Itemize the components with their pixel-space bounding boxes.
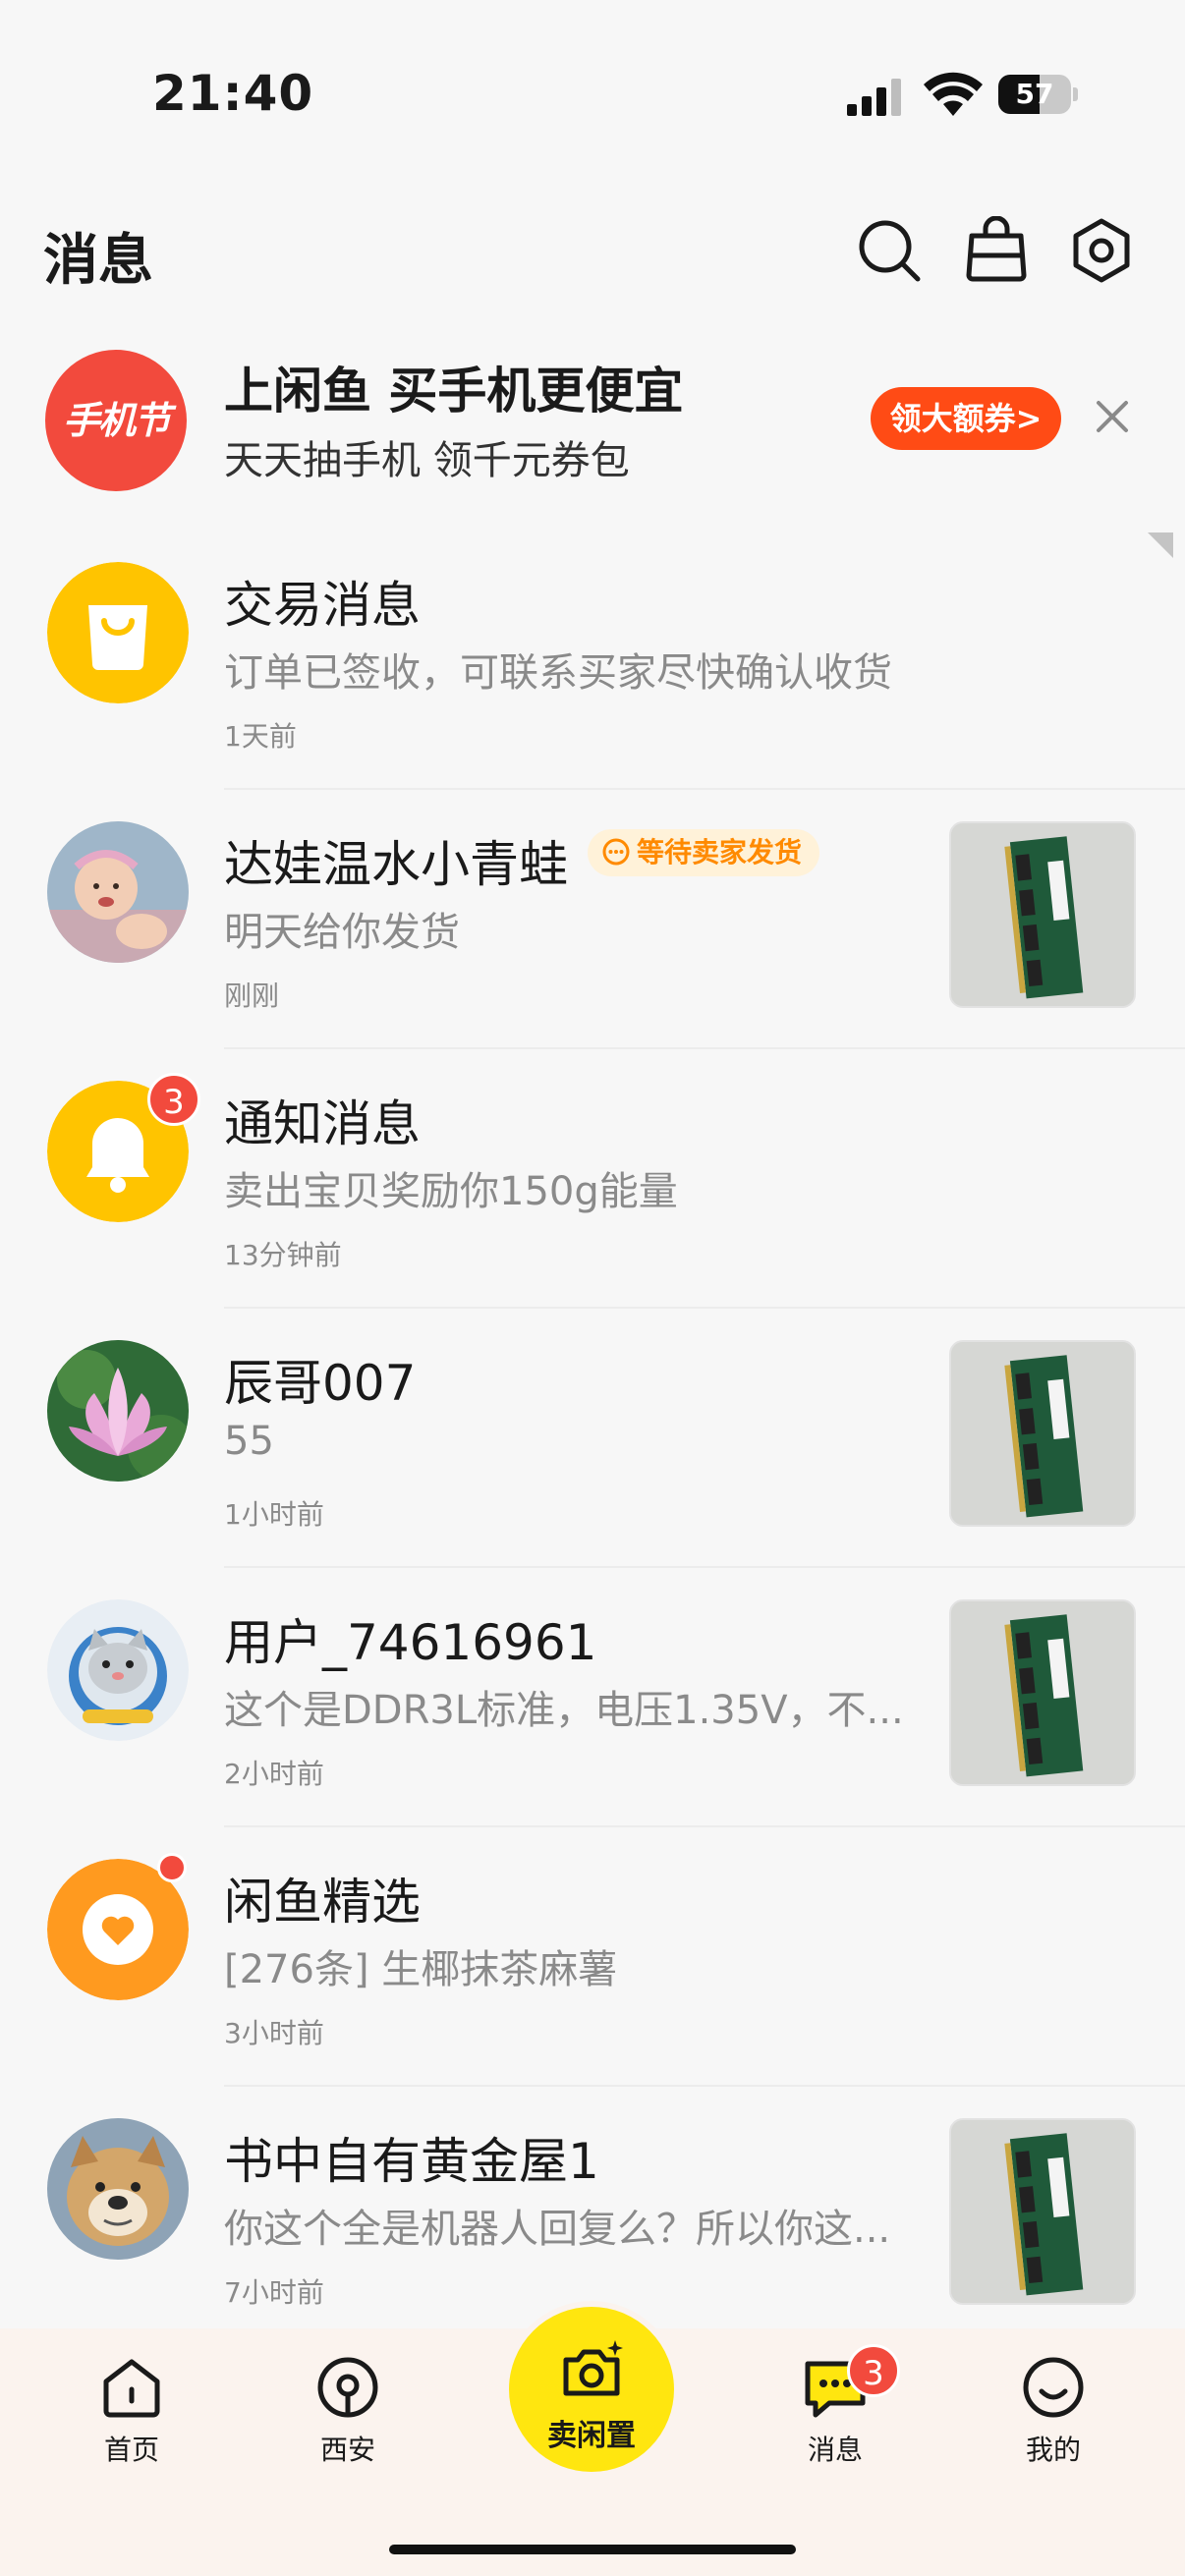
shopping-bag-icon[interactable] xyxy=(962,216,1031,285)
conversation-time: 刚刚 xyxy=(224,980,280,1012)
tab-me[interactable]: 我的 xyxy=(975,2352,1132,2480)
conversation-time: 1天前 xyxy=(224,720,297,753)
conversation-title: 辰哥007 xyxy=(224,1355,417,1412)
conversation-time: 1小时前 xyxy=(224,1498,324,1531)
sell-item-button[interactable]: 卖闲置 xyxy=(503,2301,680,2478)
camera-icon xyxy=(563,2340,623,2396)
conversation-title: 闲鱼精选 xyxy=(224,1874,421,1931)
conversation-preview: [276条] 生椰抹茶麻薯 xyxy=(224,1947,618,1992)
conversation-time: 3小时前 xyxy=(224,2017,324,2049)
conversation-preview: 卖出宝贝奖励你150g能量 xyxy=(224,1169,678,1214)
tab-label: 我的 xyxy=(1025,2434,1081,2466)
conversation-preview: 订单已签收，可联系买家尽快确认收货 xyxy=(224,650,892,696)
bottom-tab-bar: 首页 西安 卖闲置 消息 3 我的 xyxy=(0,2301,1185,2576)
settings-icon[interactable] xyxy=(1067,216,1136,285)
sell-item-label: 卖闲置 xyxy=(547,2419,636,2453)
conversation-preview: 55 xyxy=(224,1419,274,1464)
page-header: 消息 xyxy=(0,187,1185,314)
list-item[interactable]: 3 通知消息 卖出宝贝奖励你150g能量 13分钟前 xyxy=(0,1049,1185,1309)
baby-photo-avatar xyxy=(47,821,189,963)
list-item[interactable]: 用户_74616961 这个是DDR3L标准，电压1.35V，不... 2小时前 xyxy=(0,1568,1185,1827)
conversation-title: 通知消息 xyxy=(224,1095,421,1152)
more-dots-icon xyxy=(602,838,630,866)
conversation-time: 2小时前 xyxy=(224,1758,324,1790)
tab-label: 西安 xyxy=(319,2434,375,2466)
battery-level: 57 xyxy=(1015,78,1054,110)
search-icon[interactable] xyxy=(855,216,924,285)
tab-location[interactable]: 西安 xyxy=(269,2352,426,2480)
lotus-photo-avatar xyxy=(47,1340,189,1482)
page-title: 消息 xyxy=(43,229,153,293)
unread-badge: 3 xyxy=(847,2344,900,2397)
promo-banner[interactable]: 手机节 上闲鱼 买手机更便宜 天天抽手机 领千元券包 领大额券> xyxy=(0,334,1185,491)
battery-icon: 57 xyxy=(998,75,1078,114)
dog-photo-avatar xyxy=(47,2118,189,2260)
conversation-preview: 这个是DDR3L标准，电压1.35V，不... xyxy=(224,1688,904,1733)
promo-logo: 手机节 xyxy=(45,350,187,491)
home-indicator[interactable] xyxy=(389,2545,796,2554)
ram-module-thumb xyxy=(949,821,1136,1008)
conversation-preview: 你这个全是机器人回复么？所以你这... xyxy=(224,2207,891,2252)
claim-coupon-label: 领大额券 xyxy=(889,400,1016,437)
tab-home[interactable]: 首页 xyxy=(53,2352,210,2480)
conversation-preview: 明天给你发货 xyxy=(224,910,460,955)
unread-badge: 3 xyxy=(147,1073,200,1126)
location-icon xyxy=(317,2357,378,2418)
tab-label: 首页 xyxy=(103,2434,159,2466)
chevron-right-icon: > xyxy=(1015,400,1043,437)
list-item[interactable]: 交易消息 订单已签收，可联系买家尽快确认收货 1天前 xyxy=(0,531,1185,790)
unread-dot xyxy=(157,1853,187,1882)
close-icon[interactable] xyxy=(1091,395,1134,438)
ram-module-thumb xyxy=(949,1599,1136,1786)
cellular-signal-icon xyxy=(847,79,901,116)
order-status-label: 等待卖家发货 xyxy=(637,836,803,868)
conversation-title: 书中自有黄金屋1 xyxy=(224,2133,599,2190)
ram-module-thumb xyxy=(949,2118,1136,2305)
tab-label: 消息 xyxy=(807,2434,863,2466)
promo-title: 上闲鱼 买手机更便宜 xyxy=(224,363,684,420)
conversation-title: 交易消息 xyxy=(224,577,421,634)
status-bar: 21:40 57 xyxy=(0,0,1185,187)
home-icon xyxy=(103,2359,160,2418)
wifi-icon xyxy=(924,72,983,116)
conversation-title: 用户_74616961 xyxy=(224,1614,597,1671)
cat-astronaut-avatar xyxy=(47,1599,189,1741)
order-status-tag: 等待卖家发货 xyxy=(588,829,820,876)
promo-subtitle: 天天抽手机 领千元券包 xyxy=(224,438,630,483)
list-item[interactable]: 达娃温水小青蛙 等待卖家发货 明天给你发货 刚刚 xyxy=(0,790,1185,1049)
tab-messages[interactable]: 消息 3 xyxy=(757,2344,914,2480)
conversation-title: 达娃温水小青蛙 xyxy=(224,836,568,893)
conversation-time: 13分钟前 xyxy=(224,1239,342,1271)
list-item[interactable]: 闲鱼精选 [276条] 生椰抹茶麻薯 3小时前 xyxy=(0,1827,1185,2087)
list-item[interactable]: 辰哥007 55 1小时前 xyxy=(0,1309,1185,1568)
claim-coupon-button[interactable]: 领大额券> xyxy=(871,387,1061,450)
smile-icon xyxy=(1023,2357,1084,2418)
status-time: 21:40 xyxy=(152,65,314,122)
ram-module-thumb xyxy=(949,1340,1136,1527)
conversation-time: 7小时前 xyxy=(224,2276,324,2309)
shopping-bag-avatar xyxy=(47,562,189,703)
